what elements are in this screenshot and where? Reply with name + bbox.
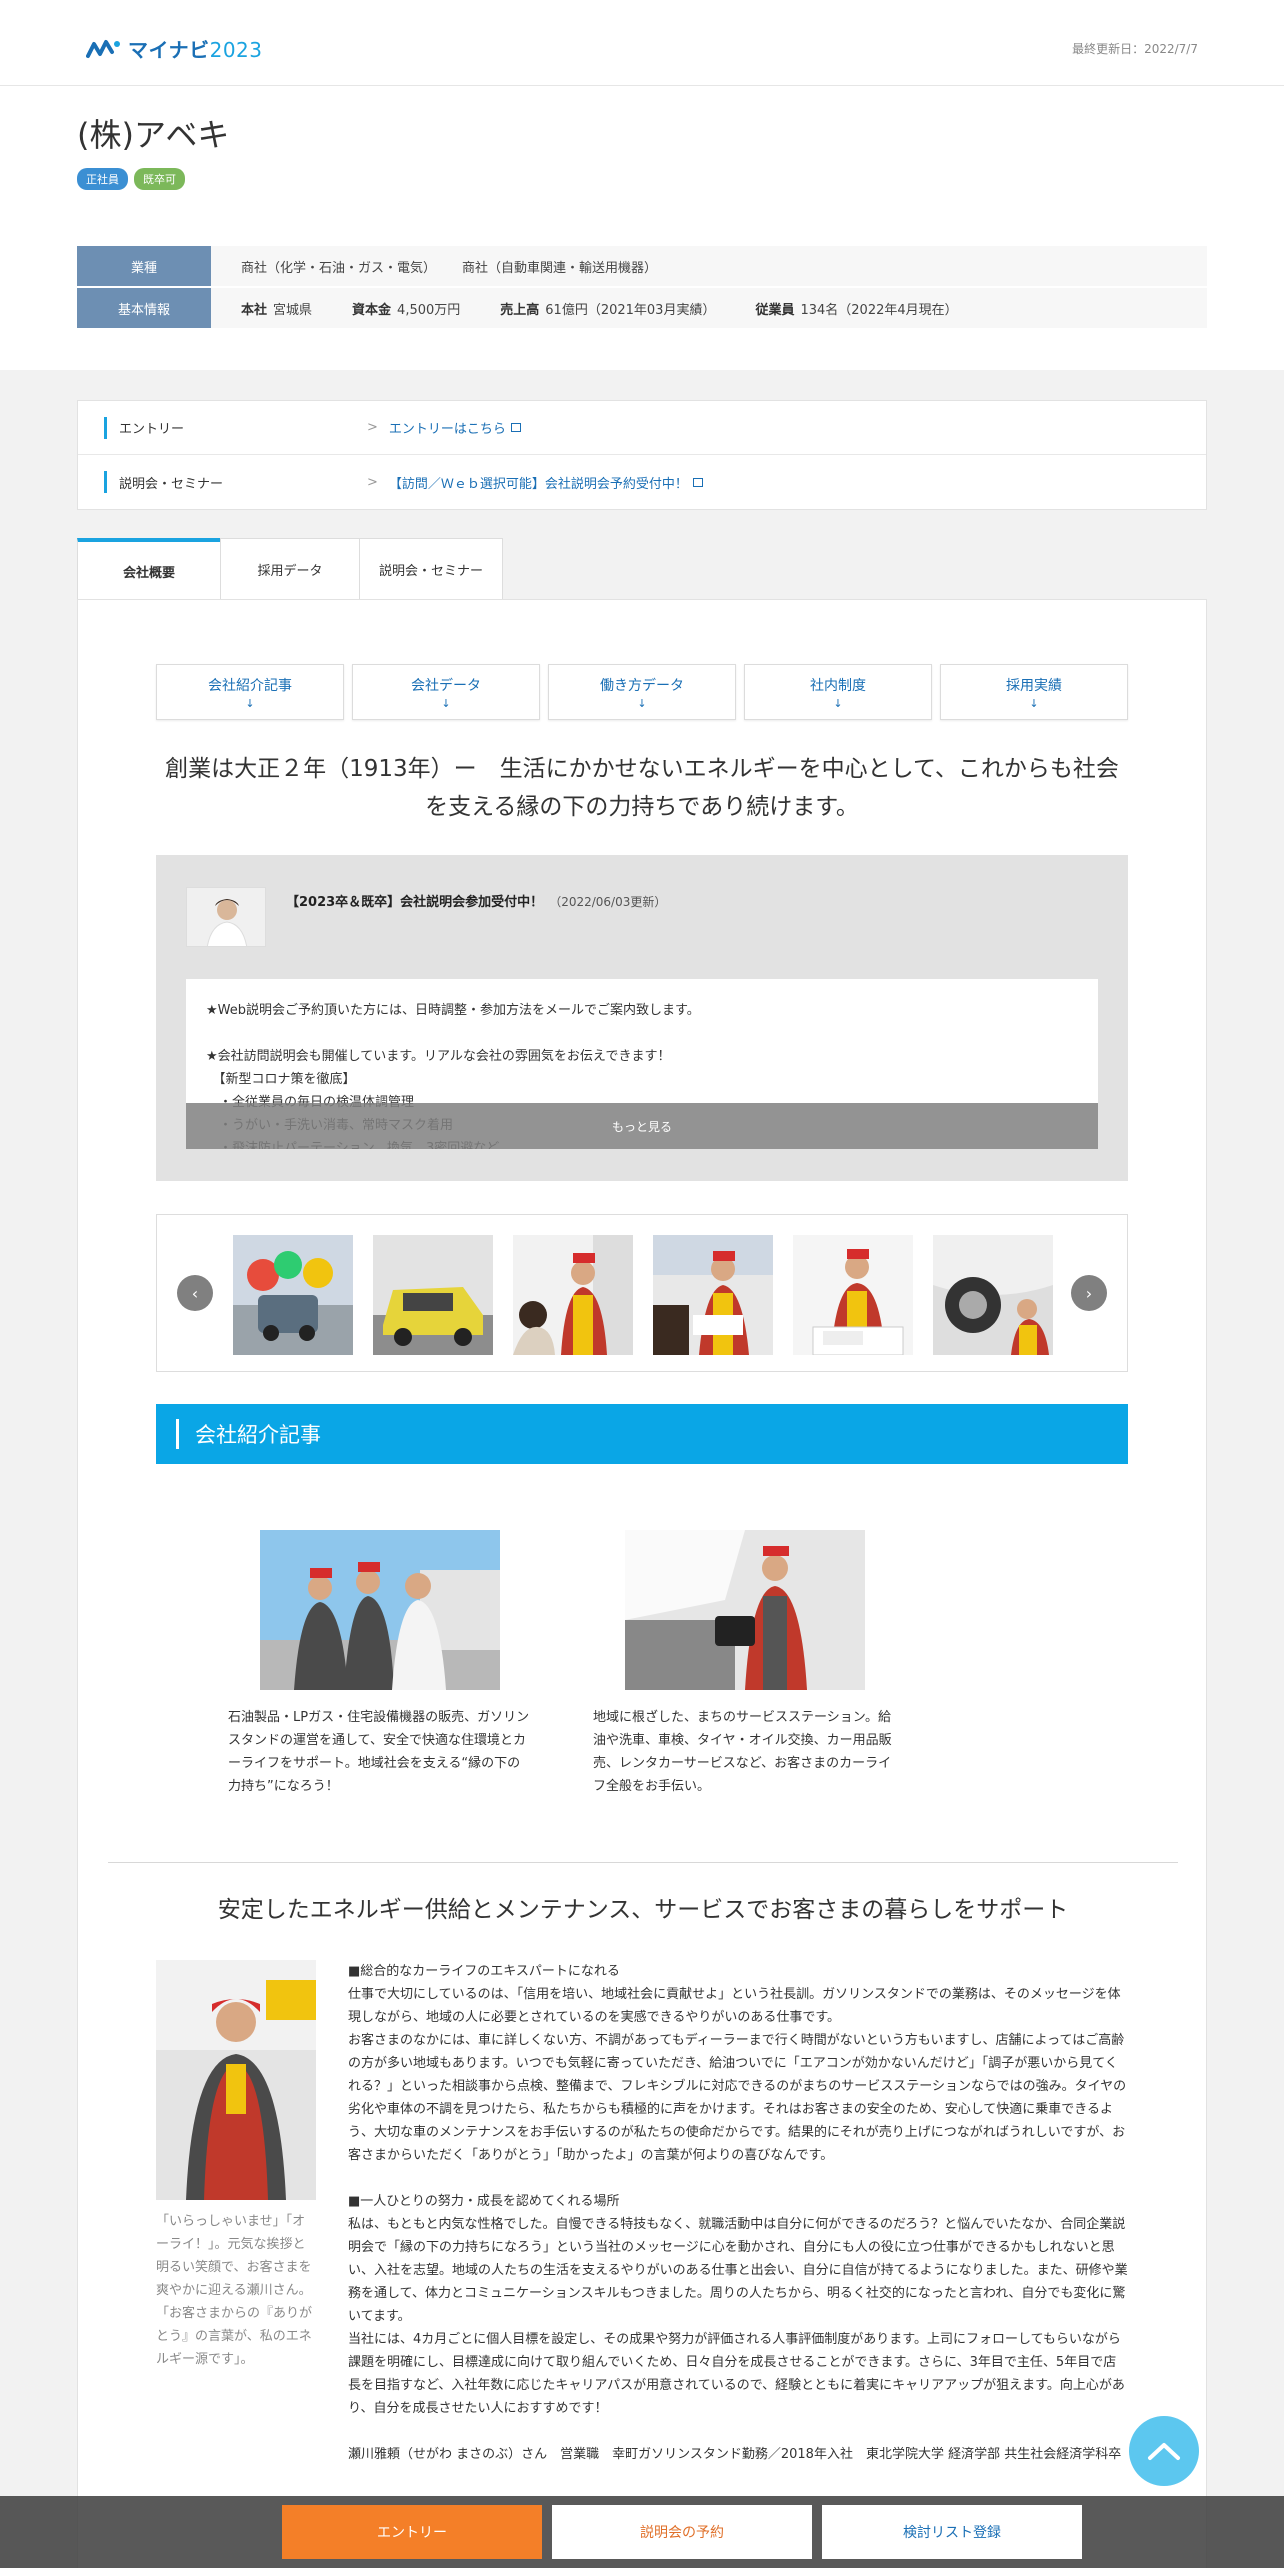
seminar-link[interactable]: > 【訪問／Ｗｅｂ選択可能】会社説明会予約受付中！ <box>367 473 703 492</box>
sticky-action-bar: エントリー 説明会の予約 検討リスト登録 <box>0 2496 1284 2568</box>
basic-info-item: 従業員 134名（2022年4月現在） <box>755 302 958 318</box>
entry-links: エントリー > エントリーはこちら 説明会・セミナー > 【訪問／Ｗｅｂ選択可能】会… <box>77 400 1207 510</box>
basic-info-label: 基本情報 <box>77 288 211 328</box>
basic-info-item: 資本金 4,500万円 <box>352 302 461 318</box>
news-thumbnail <box>186 887 266 947</box>
anchor-hiring-record[interactable]: 採用実績 ↓ <box>940 664 1128 720</box>
arrow-down-icon: ↓ <box>637 696 647 710</box>
gallery-photo[interactable] <box>513 1235 633 1355</box>
seminar-label: 説明会・セミナー <box>104 471 329 493</box>
basic-info-row: 基本情報 本社 宮城県 資本金 4,500万円 売上高 61億円（2021年03月実績… <box>77 288 1207 328</box>
article-list: 石油製品・LPガス・住宅設備機器の販売、ガソリンスタンドの運営を通して、安全で快… <box>228 1530 898 1798</box>
external-link-icon <box>692 477 703 487</box>
add-to-list-button[interactable]: 検討リスト登録 <box>822 2505 1082 2559</box>
mynavi-logo[interactable]: マイナビ2023 <box>86 34 263 63</box>
anchor-benefits[interactable]: 社内制度 ↓ <box>744 664 932 720</box>
company-info-table: 業種 商社（化学・石油・ガス・電気） 商社（自動車関連・輸送用機器） 基本情報 … <box>77 246 1207 328</box>
tab-overview[interactable]: 会社概要 <box>77 538 221 600</box>
basic-info-values: 本社 宮城県 資本金 4,500万円 売上高 61億円（2021年03月実績） 従業員… <box>211 288 1207 328</box>
arrow-down-icon: ↓ <box>1029 696 1039 710</box>
staff-photo-caption: 「いらっしゃいませ」「オーライ！」。元気な挨拶と明るい笑顔で、お客さまを爽やかに… <box>156 2214 313 2367</box>
entry-link[interactable]: > エントリーはこちら <box>367 418 521 437</box>
arrow-down-icon: ↓ <box>441 696 451 710</box>
seminar-row: 説明会・セミナー > 【訪問／Ｗｅｂ選択可能】会社説明会予約受付中！ <box>78 455 1206 509</box>
entry-label: エントリー <box>104 416 329 439</box>
anchor-company-data[interactable]: 会社データ ↓ <box>352 664 540 720</box>
feature-title: 安定したエネルギー供給とメンテナンス、サービスでお客さまの暮らしをサポート <box>217 1897 1069 1923</box>
entry-row: エントリー > エントリーはこちら <box>78 401 1206 455</box>
tab-seminar[interactable]: 説明会・セミナー <box>359 538 503 600</box>
page-top-button[interactable] <box>1129 2416 1199 2486</box>
tab-recruit-data[interactable]: 採用データ <box>220 538 360 600</box>
article-text: 地域に根ざした、まちのサービスステーション。給油や洗車、車検、タイヤ・オイル交換… <box>593 1710 892 1794</box>
news-title: 【2023卒＆既卒】会社説明会参加受付中！ （2022/06/03更新） <box>286 895 667 910</box>
catch-copy: 創業は大正２年（1913年）ー 生活にかかせないエネルギーを中心として、これから… <box>165 756 1119 820</box>
industry-values: 商社（化学・石油・ガス・電気） 商社（自動車関連・輸送用機器） <box>211 246 1207 286</box>
gallery-photo[interactable] <box>233 1235 353 1355</box>
external-link-icon <box>510 423 521 432</box>
article-image <box>260 1530 500 1690</box>
badge-graduate: 既卒可 <box>134 168 185 190</box>
gallery-photo[interactable] <box>933 1235 1053 1355</box>
industry-value: 商社（自動車関連・輸送用機器） <box>462 260 658 276</box>
heading-bar <box>176 1419 179 1449</box>
basic-info-item: 本社 宮城県 <box>241 302 313 318</box>
section-heading-intro: 会社紹介記事 <box>156 1404 1128 1464</box>
chevron-up-icon <box>1148 2443 1180 2460</box>
industry-row: 業種 商社（化学・石油・ガス・電気） 商社（自動車関連・輸送用機器） <box>77 246 1207 286</box>
logo-text: マイナビ2023 <box>128 38 263 62</box>
news-box: 【2023卒＆既卒】会社説明会参加受付中！ （2022/06/03更新） ★Web… <box>156 855 1128 1181</box>
site-header: マイナビ2023 最終更新日：2022/7/7 <box>0 0 1284 86</box>
tab-bar: 会社概要 採用データ 説明会・セミナー <box>77 538 503 600</box>
article-card[interactable]: 地域に根ざした、まちのサービスステーション。給油や洗車、車検、タイヤ・オイル交換… <box>593 1530 898 1798</box>
industry-value: 商社（化学・石油・ガス・電気） <box>241 260 437 276</box>
photo-gallery: ‹ › <box>156 1214 1128 1372</box>
chevron-right-icon: > <box>367 420 378 435</box>
gallery-prev-button[interactable]: ‹ <box>177 1275 213 1311</box>
staff-photo <box>156 1960 316 2200</box>
gallery-photo[interactable] <box>373 1235 493 1355</box>
anchor-intro-articles[interactable]: 会社紹介記事 ↓ <box>156 664 344 720</box>
anchor-work-data[interactable]: 働き方データ ↓ <box>548 664 736 720</box>
badge-list: 正社員 既卒可 <box>77 168 1207 190</box>
gallery-photo[interactable] <box>653 1235 773 1355</box>
anchor-nav: 会社紹介記事 ↓ 会社データ ↓ 働き方データ ↓ 社内制度 ↓ 採用実績 ↓ <box>156 664 1128 720</box>
chevron-right-icon: > <box>367 474 378 490</box>
article-image <box>625 1530 865 1690</box>
company-name: (株)アベキ <box>77 116 230 154</box>
company-header: (株)アベキ 正社員 既卒可 <box>0 86 1284 190</box>
feature-body: ■総合的なカーライフのエキスパートになれる 仕事で大切にしているのは、「信用を培… <box>348 1964 1128 2462</box>
overview-panel: 会社紹介記事 ↓ 会社データ ↓ 働き方データ ↓ 社内制度 ↓ 採用実績 ↓ 創業は大正… <box>77 599 1207 2568</box>
section-divider <box>108 1862 1178 1863</box>
gallery-photo[interactable] <box>793 1235 913 1355</box>
article-text: 石油製品・LPガス・住宅設備機器の販売、ガソリンスタンドの運営を通して、安全で快… <box>228 1710 530 1794</box>
entry-button[interactable]: エントリー <box>282 2505 542 2559</box>
mynavi-logo-icon <box>86 39 120 58</box>
arrow-down-icon: ↓ <box>833 696 843 710</box>
badge-fulltime: 正社員 <box>77 168 128 190</box>
gallery-next-button[interactable]: › <box>1071 1275 1107 1311</box>
industry-label: 業種 <box>77 246 211 286</box>
last-updated: 最終更新日：2022/7/7 <box>1072 42 1198 56</box>
show-more-button[interactable]: もっと見る <box>186 1103 1098 1149</box>
article-card[interactable]: 石油製品・LPガス・住宅設備機器の販売、ガソリンスタンドの運営を通して、安全で快… <box>228 1530 533 1798</box>
arrow-down-icon: ↓ <box>245 696 255 710</box>
basic-info-item: 売上高 61億円（2021年03月実績） <box>500 302 716 318</box>
gallery-photos <box>233 1235 1053 1355</box>
seminar-reserve-button[interactable]: 説明会の予約 <box>552 2505 812 2559</box>
